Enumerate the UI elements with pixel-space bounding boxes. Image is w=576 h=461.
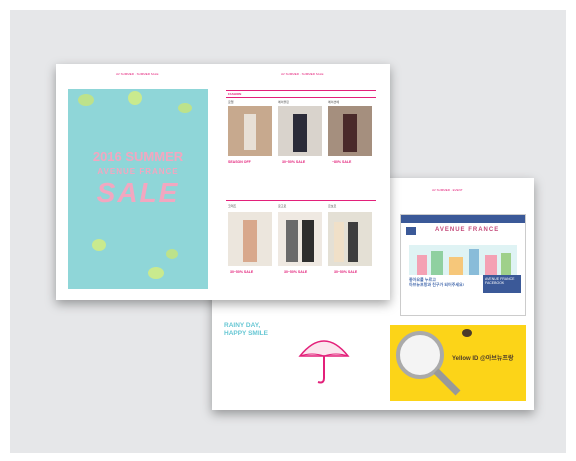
avenue-logo: AVENUE FRANCE (435, 227, 500, 233)
facebook-panel: AVENUE FRANCE 좋아요를 누르고 아브뉴프랑과 친구가 되어주세요!… (400, 214, 526, 316)
facebook-bar (401, 215, 525, 223)
sale-cover: 2016 SUMMER AVENUE FRANCE SALE (68, 89, 208, 289)
brand-label: 르보르 (328, 204, 337, 208)
product-photo (328, 212, 372, 266)
avenue-facebook-box: AVENUE FRANCE FACEBOOK (483, 275, 521, 293)
city-illustration (409, 245, 517, 275)
brand-label: 로엠 (228, 100, 234, 104)
decor-blob (92, 239, 106, 251)
rainy-day-headline: RAINY DAY, HAPPY SMILE (224, 322, 268, 338)
talk-icon (462, 329, 472, 337)
facebook-invite-text: 좋아요를 누르고 아브뉴프랑과 친구가 되어주세요! (409, 277, 464, 287)
yellow-id-panel: Yellow ID @아브뉴프랑 (390, 325, 526, 401)
rainy-line1: RAINY DAY, (224, 322, 261, 329)
divider (226, 90, 376, 91)
product-photo (228, 106, 272, 156)
back-page-header: AV SUMMER · EVENT (432, 188, 463, 192)
right-header: AV SUMMER · SUMMER SALE (281, 72, 324, 76)
promo-label: 30~50% SALE (282, 160, 306, 164)
brand-label: 에이블린 (278, 100, 290, 104)
left-header: AV SUMMER · SUMMER SALE (116, 72, 159, 76)
decor-blob (78, 94, 94, 106)
product-photo (278, 106, 322, 156)
divider (226, 97, 376, 98)
brand-label: 에이션에 (328, 100, 340, 104)
fb-line2: 아브뉴프랑과 친구가 되어주세요! (409, 282, 465, 287)
brand-label: 코데즈 (228, 204, 237, 208)
cover-sale: SALE (96, 177, 180, 208)
promo-label: 30~50% SALE (334, 270, 358, 274)
decor-blob (166, 249, 178, 259)
decor-blob (178, 103, 192, 113)
decor-blob (128, 91, 142, 105)
stage: AV SUMMER · EVENT AVENUE FRANCE 좋아요를 누르고… (0, 0, 576, 461)
divider (226, 200, 376, 201)
promo-label: ~80% SALE (332, 160, 352, 164)
promo-label: 30~50% SALE (230, 270, 254, 274)
product-photo (328, 106, 372, 156)
cover-title: 2016 SUMMER (92, 149, 184, 164)
product-photo (278, 212, 322, 266)
rainy-line2: HAPPY SMILE (224, 330, 268, 337)
cover-subtitle: AVENUE FRANCE (97, 167, 179, 176)
magazine-spread: AV SUMMER · SUMMER SALE AV SUMMER · SUMM… (56, 64, 390, 300)
promo-label: 30~50% SALE (284, 270, 308, 274)
facebook-icon (406, 227, 416, 235)
magnifier-icon (396, 331, 461, 396)
umbrella-icon (298, 340, 350, 384)
brand-label: 로고로 (278, 204, 287, 208)
decor-blob (148, 267, 164, 279)
promo-label: SEASON OFF (228, 160, 251, 164)
fb-box-line2: FACEBOOK (485, 281, 505, 285)
section-label: FASHION (228, 92, 242, 96)
product-photo (228, 212, 272, 266)
